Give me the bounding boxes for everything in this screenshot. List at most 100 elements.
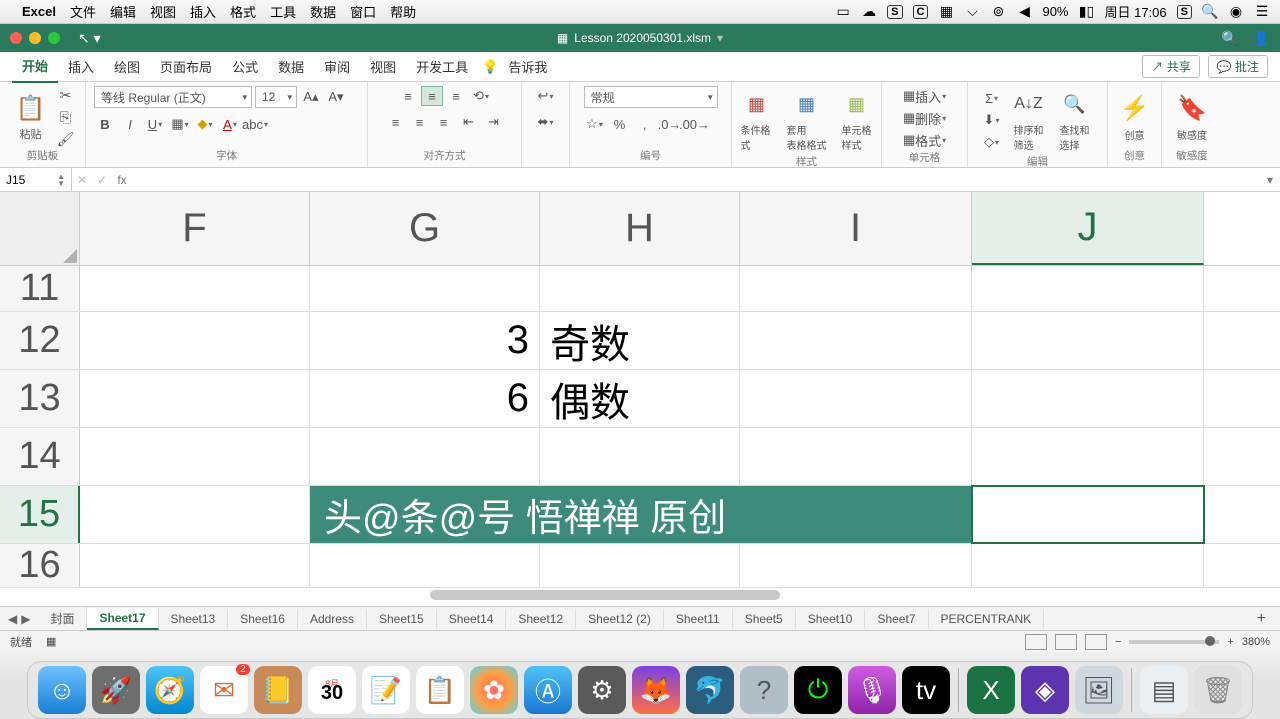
cell-f12[interactable] xyxy=(80,312,310,369)
cell-f13[interactable] xyxy=(80,370,310,427)
dock-podcasts-icon[interactable]: 🎙 xyxy=(848,666,896,714)
cell-i11[interactable] xyxy=(740,266,972,311)
phonetic-button[interactable]: abc▾ xyxy=(244,114,266,134)
autosum-icon[interactable]: Σ▾ xyxy=(981,88,1003,108)
clock[interactable]: 周日 17:06 xyxy=(1105,2,1167,21)
dock-timer-icon[interactable]: ⏻ xyxy=(794,666,842,714)
name-box[interactable]: J15 ▲▼ xyxy=(0,168,72,191)
sensitivity-button[interactable]: 🔖 敏感度 xyxy=(1172,91,1212,144)
row-header-16[interactable]: 16 xyxy=(0,544,80,587)
cell-h12[interactable]: 奇数 xyxy=(540,312,740,369)
minimize-window-button[interactable] xyxy=(29,32,41,44)
menu-tools[interactable]: 工具 xyxy=(270,2,296,21)
dock-help-icon[interactable]: ? xyxy=(740,666,788,714)
battery-percent[interactable]: 90% xyxy=(1042,4,1068,19)
bluetooth-icon[interactable]: ⌵ xyxy=(964,4,980,20)
sheet-tab-6[interactable]: Sheet14 xyxy=(437,609,507,629)
sheet-tab-4[interactable]: Address xyxy=(298,609,367,629)
tab-developer[interactable]: 开发工具 xyxy=(406,51,478,82)
cell-j15[interactable] xyxy=(972,486,1204,543)
macro-record-icon[interactable]: ▦ xyxy=(46,635,56,648)
format-cells-button[interactable]: ▦ 格式▾ xyxy=(902,130,947,150)
zoom-window-button[interactable] xyxy=(48,32,60,44)
volume-icon[interactable]: ◀ xyxy=(1016,4,1032,20)
sheet-tab-2[interactable]: Sheet13 xyxy=(159,609,229,629)
format-table-button[interactable]: ▦ 套用 表格格式 xyxy=(783,86,831,154)
comma-icon[interactable]: , xyxy=(634,114,656,134)
font-size-combo[interactable]: 12 xyxy=(255,86,297,108)
cell-i12[interactable] xyxy=(740,312,972,369)
border-button[interactable]: ▦▾ xyxy=(169,114,191,134)
cell-h13[interactable]: 偶数 xyxy=(540,370,740,427)
menu-data[interactable]: 数据 xyxy=(310,2,336,21)
dock-contacts-icon[interactable]: 📒 xyxy=(254,666,302,714)
cell-i13[interactable] xyxy=(740,370,972,427)
cell-styles-button[interactable]: ▦ 单元格 样式 xyxy=(837,86,877,154)
sheet-tab-7[interactable]: Sheet12 xyxy=(506,609,576,629)
menu-insert[interactable]: 插入 xyxy=(190,2,216,21)
menu-file[interactable]: 文件 xyxy=(70,2,96,21)
col-header-i[interactable]: I xyxy=(740,192,972,265)
dock-finder-icon[interactable]: ☺ xyxy=(38,666,86,714)
increase-font-icon[interactable]: A▴ xyxy=(300,87,322,107)
tab-data[interactable]: 数据 xyxy=(268,51,314,82)
tab-review[interactable]: 审阅 xyxy=(314,51,360,82)
dock-photos-icon[interactable]: ✿ xyxy=(470,666,518,714)
tray-grid-icon[interactable]: ▦ xyxy=(938,4,954,20)
fill-color-button[interactable]: ◆▾ xyxy=(194,114,216,134)
align-bottom-icon[interactable]: ≡ xyxy=(445,86,467,106)
sheet-tab-1[interactable]: Sheet17 xyxy=(87,608,158,630)
dock-trash-icon[interactable]: 🗑 xyxy=(1194,666,1242,714)
view-normal-icon[interactable] xyxy=(1025,634,1047,650)
tray-c-icon[interactable]: C xyxy=(913,5,929,19)
percent-icon[interactable]: % xyxy=(609,114,631,134)
tab-formulas[interactable]: 公式 xyxy=(222,51,268,82)
row-header-13[interactable]: 13 xyxy=(0,370,80,427)
format-painter-icon[interactable]: 🖌 xyxy=(57,130,75,148)
align-top-icon[interactable]: ≡ xyxy=(397,86,419,106)
wrap-text-icon[interactable]: ↩▾ xyxy=(535,86,557,106)
name-box-stepper[interactable]: ▲▼ xyxy=(57,173,65,187)
select-all-corner[interactable] xyxy=(0,192,80,265)
dock-reminders-icon[interactable]: 📋 xyxy=(416,666,464,714)
cell-g12[interactable]: 3 xyxy=(310,312,540,369)
tab-draw[interactable]: 绘图 xyxy=(104,51,150,82)
col-header-g[interactable]: G xyxy=(310,192,540,265)
view-page-layout-icon[interactable] xyxy=(1055,634,1077,650)
zoom-out-button[interactable]: − xyxy=(1115,636,1121,648)
sheet-tab-3[interactable]: Sheet16 xyxy=(228,609,298,629)
insert-cells-button[interactable]: ▦ 插入▾ xyxy=(902,86,947,106)
col-header-h[interactable]: H xyxy=(540,192,740,265)
dock-mail-icon[interactable]: ✉2 xyxy=(200,666,248,714)
ideas-button[interactable]: ⚡ 创意 xyxy=(1115,91,1155,144)
menu-format[interactable]: 格式 xyxy=(230,2,256,21)
cell-g14[interactable] xyxy=(310,428,540,485)
tray-icon-1[interactable]: ▭ xyxy=(835,4,851,20)
cell-i16[interactable] xyxy=(740,544,972,587)
tell-me[interactable]: 告诉我 xyxy=(498,51,557,82)
dock-firefox-icon[interactable]: 🦊 xyxy=(632,666,680,714)
row-header-12[interactable]: 12 xyxy=(0,312,80,369)
align-center-icon[interactable]: ≡ xyxy=(409,112,431,132)
row-header-14[interactable]: 14 xyxy=(0,428,80,485)
sheet-tab-11[interactable]: Sheet10 xyxy=(796,609,866,629)
decrease-decimal-icon[interactable]: .00→ xyxy=(684,114,706,134)
menu-window[interactable]: 窗口 xyxy=(350,2,376,21)
delete-cells-button[interactable]: ▦ 删除▾ xyxy=(902,108,947,128)
row-header-15[interactable]: 15 xyxy=(0,486,80,543)
fill-icon[interactable]: ⬇▾ xyxy=(981,110,1003,130)
dock-mysql-icon[interactable]: 🐬 xyxy=(686,666,734,714)
title-dropdown-icon[interactable]: ▾ xyxy=(717,31,723,45)
cell-f14[interactable] xyxy=(80,428,310,485)
cell-banner[interactable]: 头@条@号 悟禅禅 原创 xyxy=(310,486,972,543)
font-color-button[interactable]: A▾ xyxy=(219,114,241,134)
cell-j12[interactable] xyxy=(972,312,1204,369)
menu-help[interactable]: 帮助 xyxy=(390,2,416,21)
cell-h16[interactable] xyxy=(540,544,740,587)
cell-h14[interactable] xyxy=(540,428,740,485)
enter-icon[interactable]: ✓ xyxy=(92,173,112,187)
sheet-tab-13[interactable]: PERCENTRANK xyxy=(929,609,1045,629)
dock-appstore-icon[interactable]: Ⓐ xyxy=(524,666,572,714)
cut-icon[interactable]: ✂ xyxy=(57,86,75,104)
dock-settings-icon[interactable]: ⚙ xyxy=(578,666,626,714)
